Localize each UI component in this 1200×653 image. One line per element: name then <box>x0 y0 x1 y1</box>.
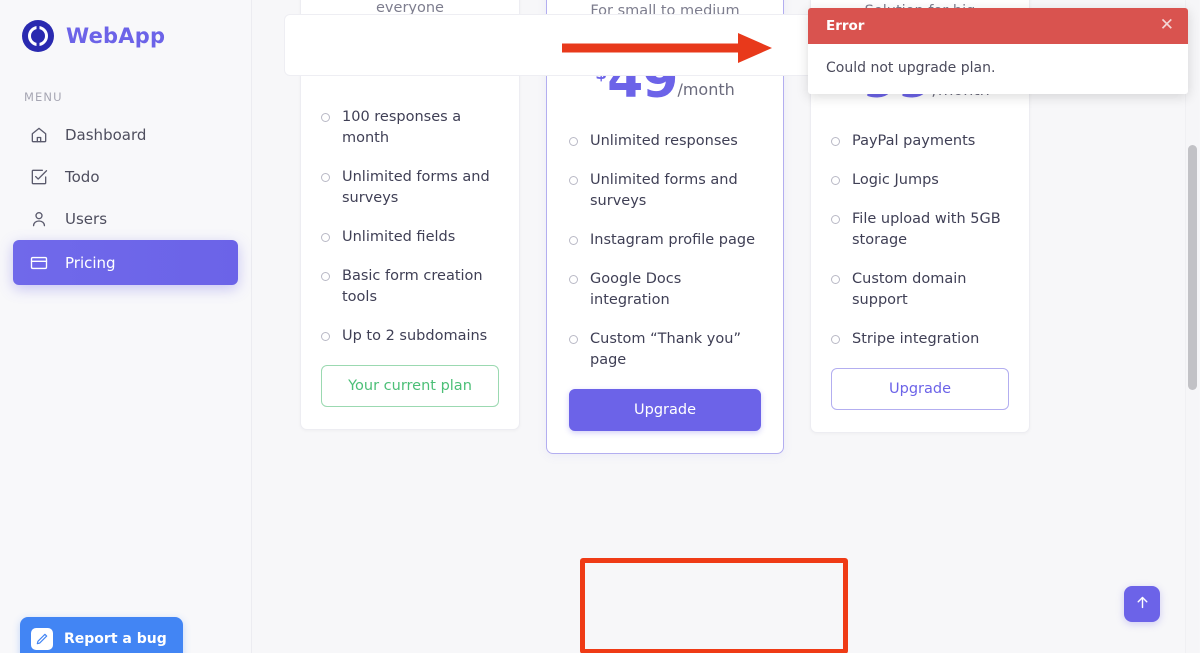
feature-text: File upload with 5GB storage <box>852 210 1001 248</box>
menu-section-label: MENU <box>24 90 63 104</box>
feature-text: Unlimited forms and surveys <box>590 171 738 209</box>
feature-text: 100 responses a month <box>342 108 462 146</box>
bullet-icon <box>321 172 330 182</box>
sidebar-item-label: Users <box>65 209 108 228</box>
feature-text: Up to 2 subdomains <box>342 327 488 344</box>
plan-period: /month <box>677 79 735 99</box>
bullet-icon <box>831 274 840 284</box>
list-item: Basic form creation tools <box>321 266 499 308</box>
pencil-icon <box>31 628 53 650</box>
vertical-scrollbar-thumb[interactable] <box>1188 145 1197 390</box>
error-toast-title: Error <box>826 17 865 34</box>
feature-text: Unlimited responses <box>590 132 738 149</box>
feature-text: PayPal payments <box>852 132 976 149</box>
sidebar-item-dashboard[interactable]: Dashboard <box>13 114 238 155</box>
basic-current-plan-button[interactable]: Your current plan <box>321 364 499 407</box>
list-item: Stripe integration <box>831 329 1009 350</box>
feature-text: Stripe integration <box>852 330 980 347</box>
list-item: Instagram profile page <box>569 230 761 251</box>
bullet-icon <box>321 331 330 341</box>
user-icon <box>29 209 49 229</box>
error-toast-header: Error ✕ <box>808 8 1188 44</box>
feature-text: Custom domain support <box>852 270 967 308</box>
list-item: Unlimited responses <box>569 131 761 152</box>
list-item: 100 responses a month <box>321 107 499 149</box>
app-root: WebApp MENU Dashboard Todo Users Pricing… <box>0 0 1200 653</box>
bullet-icon <box>831 136 840 146</box>
red-arrow <box>560 30 775 70</box>
list-item: Custom “Thank you” page <box>569 329 761 371</box>
brand[interactable]: WebApp <box>0 0 251 52</box>
list-item: Custom domain support <box>831 269 1009 311</box>
bullet-icon <box>569 136 578 146</box>
main-content: A simple start for everyone $ 0 /month 1… <box>252 0 1200 653</box>
sidebar-nav: Dashboard Todo Users Pricing <box>0 114 251 285</box>
close-icon[interactable]: ✕ <box>1160 17 1174 34</box>
list-item: File upload with 5GB storage <box>831 209 1009 251</box>
error-toast: Error ✕ Could not upgrade plan. <box>808 8 1188 94</box>
sidebar-item-label: Dashboard <box>65 125 147 144</box>
lifebuoy-icon <box>22 20 54 52</box>
sidebar: WebApp MENU Dashboard Todo Users Pricing… <box>0 0 252 653</box>
plan-feature-list: Unlimited responses Unlimited forms and … <box>569 131 761 371</box>
list-item: Unlimited forms and surveys <box>569 170 761 212</box>
bullet-icon <box>831 214 840 224</box>
standard-upgrade-button[interactable]: Upgrade <box>569 388 761 431</box>
home-icon <box>29 125 49 145</box>
feature-text: Basic form creation tools <box>342 267 483 305</box>
bullet-icon <box>569 235 578 245</box>
bullet-icon <box>569 334 578 344</box>
arrow-up-icon <box>1134 594 1151 615</box>
feature-text: Custom “Thank you” page <box>590 330 741 368</box>
enterprise-upgrade-button[interactable]: Upgrade <box>831 367 1009 410</box>
feature-text: Unlimited forms and surveys <box>342 168 490 206</box>
bullet-icon <box>321 271 330 281</box>
credit-card-icon <box>29 253 49 273</box>
list-item: Unlimited forms and surveys <box>321 167 499 209</box>
bullet-icon <box>831 334 840 344</box>
scroll-to-top-button[interactable] <box>1124 586 1160 622</box>
error-toast-message: Could not upgrade plan. <box>808 44 1188 94</box>
list-item: Up to 2 subdomains <box>321 326 499 347</box>
report-a-bug-button[interactable]: Report a bug <box>20 617 183 653</box>
feature-text: Logic Jumps <box>852 171 939 188</box>
plan-feature-list: PayPal payments Logic Jumps File upload … <box>831 131 1009 350</box>
plan-feature-list: 100 responses a month Unlimited forms an… <box>321 107 499 347</box>
bullet-icon <box>321 112 330 122</box>
sidebar-item-label: Pricing <box>65 253 116 272</box>
brand-name: WebApp <box>66 24 166 48</box>
checkbox-task-icon <box>29 167 49 187</box>
feature-text: Instagram profile page <box>590 231 756 248</box>
list-item: Logic Jumps <box>831 170 1009 191</box>
sidebar-item-pricing[interactable]: Pricing <box>13 240 238 285</box>
sidebar-item-label: Todo <box>65 167 100 186</box>
bullet-icon <box>831 175 840 185</box>
bullet-icon <box>569 274 578 284</box>
report-a-bug-label: Report a bug <box>64 631 167 647</box>
bullet-icon <box>569 175 578 185</box>
sidebar-item-users[interactable]: Users <box>13 198 238 239</box>
list-item: Unlimited fields <box>321 227 499 248</box>
bullet-icon <box>321 232 330 242</box>
list-item: Google Docs integration <box>569 269 761 311</box>
list-item: PayPal payments <box>831 131 1009 152</box>
sidebar-item-todo[interactable]: Todo <box>13 156 238 197</box>
feature-text: Google Docs integration <box>590 270 682 308</box>
feature-text: Unlimited fields <box>342 228 456 245</box>
